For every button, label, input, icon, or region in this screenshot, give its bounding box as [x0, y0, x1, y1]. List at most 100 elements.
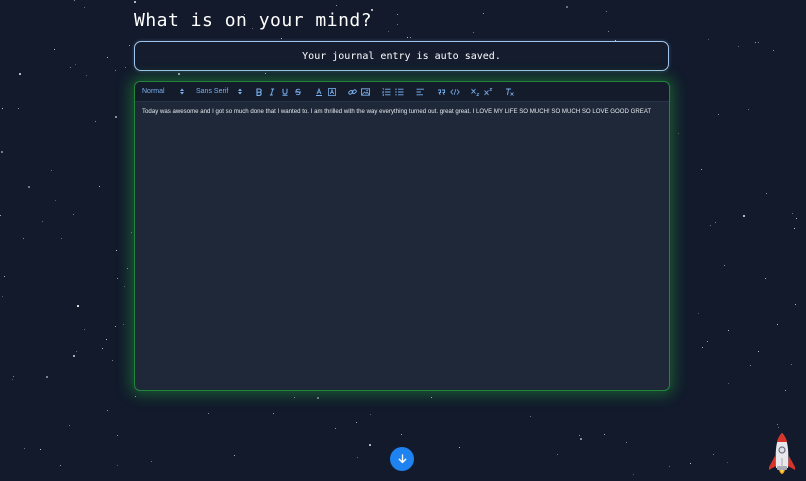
star	[117, 435, 118, 436]
star	[727, 462, 728, 463]
clear-format-button[interactable]	[503, 85, 516, 98]
header-select-value: Normal	[142, 88, 165, 95]
star	[698, 313, 699, 314]
star	[131, 232, 132, 233]
star	[678, 133, 679, 134]
bold-button[interactable]	[252, 85, 265, 98]
star	[2, 296, 3, 297]
star	[755, 42, 756, 43]
bold-icon	[255, 87, 262, 96]
editor-content[interactable]: Today was awesome and I got so much done…	[135, 102, 669, 121]
arrow-down-icon	[398, 454, 406, 464]
star	[743, 215, 745, 217]
star	[357, 457, 358, 458]
select-arrows-icon	[180, 88, 184, 95]
clear-format-icon	[505, 88, 514, 96]
star	[459, 447, 460, 448]
autosave-banner: Your journal entry is auto saved.	[134, 41, 669, 71]
italic-button[interactable]	[265, 85, 278, 98]
autosave-message: Your journal entry is auto saved.	[302, 50, 501, 62]
star	[112, 360, 113, 361]
star	[12, 379, 13, 380]
star	[715, 222, 716, 223]
star	[336, 5, 337, 6]
star	[777, 424, 778, 425]
star	[69, 425, 70, 426]
star	[77, 305, 79, 307]
subscript-icon	[471, 88, 480, 96]
star	[750, 365, 751, 366]
underline-icon	[282, 88, 287, 96]
text-color-button[interactable]	[312, 85, 325, 98]
star	[626, 442, 627, 443]
star	[397, 24, 398, 25]
star	[713, 454, 714, 455]
align-icon	[416, 88, 424, 95]
image-button[interactable]	[359, 85, 372, 98]
star	[13, 376, 14, 377]
align-button[interactable]	[414, 85, 427, 98]
star	[566, 6, 568, 8]
star	[765, 278, 766, 279]
star	[4, 276, 5, 277]
code-block-button[interactable]	[448, 85, 461, 98]
blockquote-button[interactable]	[435, 85, 448, 98]
star	[369, 444, 371, 446]
star	[107, 410, 108, 411]
star	[116, 250, 117, 251]
star	[407, 37, 408, 38]
text-color-icon	[315, 87, 322, 96]
code-block-icon	[449, 88, 460, 95]
star	[701, 169, 702, 170]
header-select[interactable]: Normal	[142, 88, 184, 95]
star	[125, 67, 126, 68]
star	[208, 413, 209, 414]
star	[115, 116, 117, 118]
star	[23, 238, 24, 239]
star	[54, 49, 55, 50]
background-color-button[interactable]	[325, 85, 338, 98]
bullet-list-button[interactable]	[393, 85, 406, 98]
rocket-icon[interactable]	[766, 430, 798, 478]
star	[51, 170, 52, 171]
star	[317, 397, 319, 399]
star	[724, 265, 725, 266]
star	[129, 45, 130, 46]
subscript-button[interactable]	[469, 85, 482, 98]
star	[738, 46, 739, 47]
strike-button[interactable]	[291, 85, 304, 98]
star	[557, 454, 558, 455]
star	[42, 221, 43, 222]
star	[0, 215, 1, 216]
page-title: What is on your mind?	[134, 10, 373, 31]
star	[107, 57, 108, 58]
star	[265, 73, 266, 74]
star	[134, 1, 136, 3]
star	[794, 228, 795, 229]
star	[73, 214, 74, 215]
superscript-button[interactable]	[482, 85, 495, 98]
bullet-list-icon	[395, 88, 404, 95]
ordered-list-button[interactable]	[380, 85, 393, 98]
font-select[interactable]: Sans Serif	[196, 88, 242, 95]
star	[70, 67, 71, 68]
star	[728, 383, 729, 384]
star	[707, 341, 708, 342]
underline-button[interactable]	[278, 85, 291, 98]
star	[690, 463, 691, 464]
star	[580, 438, 582, 440]
star	[431, 397, 432, 398]
link-button[interactable]	[346, 85, 359, 98]
blockquote-icon	[438, 89, 446, 95]
star	[633, 474, 634, 475]
star	[84, 7, 85, 8]
journal-editor: Normal Sans Serif Today was awesome and …	[134, 81, 670, 391]
star	[335, 428, 336, 429]
superscript-icon	[484, 87, 493, 95]
scroll-down-button[interactable]	[390, 447, 414, 471]
star	[18, 108, 19, 109]
star	[73, 355, 75, 357]
star	[1, 151, 3, 153]
star	[124, 286, 125, 287]
star	[795, 304, 796, 305]
